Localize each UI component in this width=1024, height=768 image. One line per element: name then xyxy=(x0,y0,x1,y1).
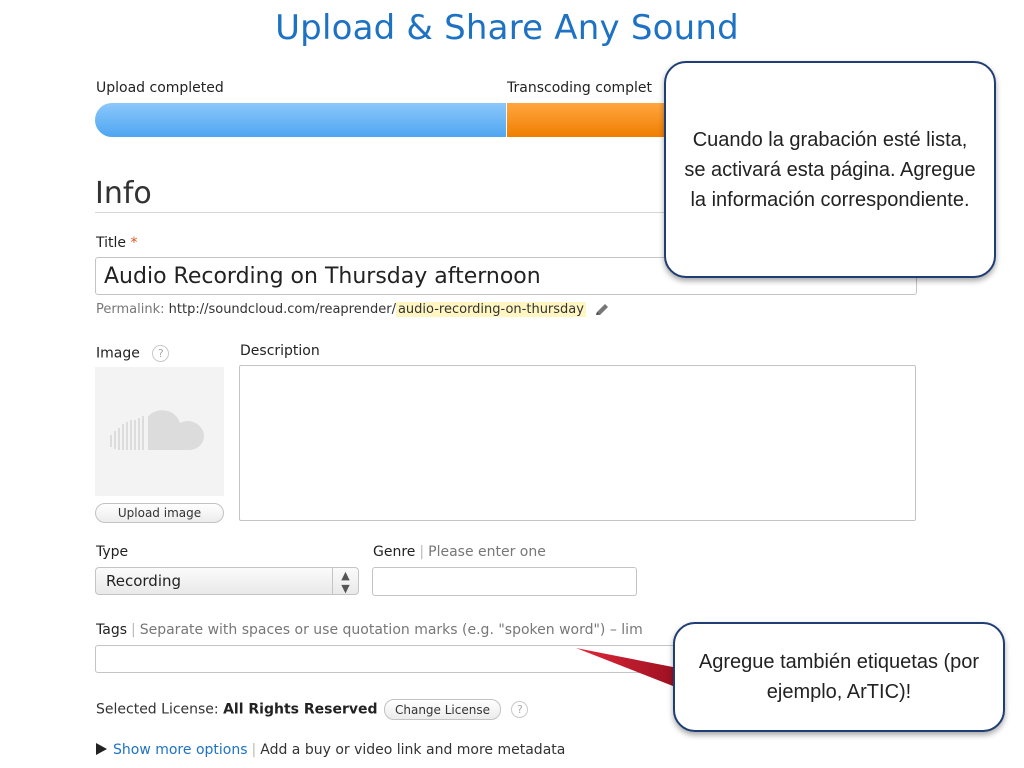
title-label-text: Title xyxy=(96,235,127,251)
description-textarea[interactable] xyxy=(239,365,916,521)
more-options: Show more options | Add a buy or video lin… xyxy=(96,742,565,758)
show-more-options-link[interactable]: Show more options xyxy=(113,742,248,758)
transcoding-status-label: Transcoding complet xyxy=(507,80,653,96)
type-selected-value: Recording xyxy=(106,572,182,590)
description-label: Description xyxy=(240,343,320,359)
image-label: Image ? xyxy=(96,345,170,362)
more-options-hint: Add a buy or video link and more metadat… xyxy=(260,742,566,758)
pencil-icon[interactable] xyxy=(594,303,610,317)
image-label-text: Image xyxy=(96,345,140,362)
upload-status-label: Upload completed xyxy=(96,80,224,96)
artwork-placeholder xyxy=(95,367,224,496)
expand-triangle-icon[interactable] xyxy=(96,743,107,755)
type-label: Type xyxy=(96,544,129,560)
genre-label: Genre | Please enter one xyxy=(373,544,546,560)
license-line: Selected License: All Rights Reserved Ch… xyxy=(96,699,529,720)
page-title: Upload & Share Any Sound xyxy=(275,8,739,48)
change-license-button[interactable]: Change License xyxy=(383,699,501,720)
help-icon[interactable]: ? xyxy=(152,345,170,362)
tags-label: Tags | Separate with spaces or use quotati… xyxy=(96,622,643,638)
info-heading: Info xyxy=(95,176,152,211)
upload-image-button[interactable]: Upload image xyxy=(95,503,224,523)
permalink: Permalink: http://soundcloud.com/reapren… xyxy=(96,302,610,317)
required-mark: * xyxy=(130,235,138,251)
select-arrows-icon: ▲ ▼ xyxy=(332,568,358,595)
type-select[interactable]: Recording ▲ ▼ xyxy=(95,567,359,595)
title-label: Title * xyxy=(96,235,137,251)
tags-callout: Agregue también etiquetas (por ejemplo, … xyxy=(673,622,1005,732)
genre-hint: Please enter one xyxy=(428,544,546,560)
upload-progress-segment xyxy=(95,103,506,137)
license-label: Selected License: xyxy=(96,701,219,718)
permalink-label: Permalink: xyxy=(96,302,165,317)
genre-input[interactable] xyxy=(372,567,637,596)
tags-label-text: Tags xyxy=(96,622,127,638)
callout-pointer-arrow xyxy=(576,648,678,688)
instruction-callout: Cuando la grabación esté lista, se activ… xyxy=(664,61,996,278)
permalink-base: http://soundcloud.com/reaprender/ xyxy=(168,302,396,317)
soundcloud-logo-icon xyxy=(110,410,204,450)
tags-hint: Separate with spaces or use quotation ma… xyxy=(139,622,643,638)
license-value: All Rights Reserved xyxy=(223,701,378,718)
license-help-icon[interactable]: ? xyxy=(511,701,529,718)
permalink-slug[interactable]: audio-recording-on-thursday xyxy=(395,302,586,317)
genre-label-text: Genre xyxy=(373,544,416,560)
